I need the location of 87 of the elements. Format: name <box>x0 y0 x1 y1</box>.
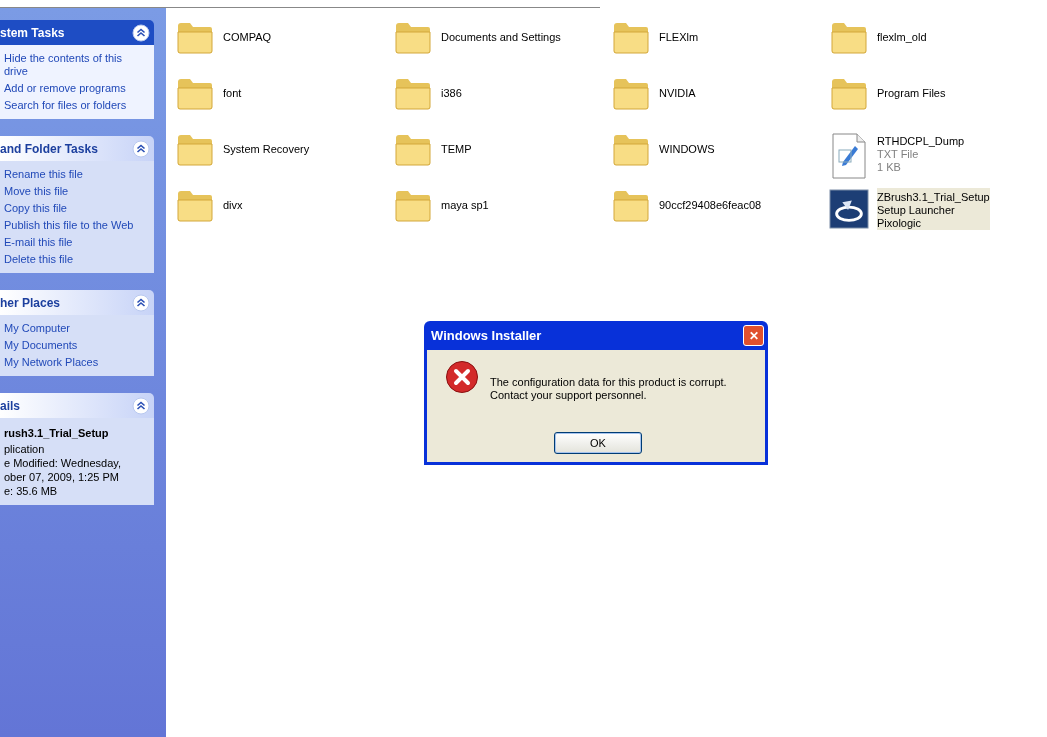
panel-title: her Places <box>0 294 61 312</box>
file-item[interactable]: Documents and Settings <box>393 20 611 76</box>
folder-icon <box>176 20 214 54</box>
file-name: FLEXlm <box>659 31 699 44</box>
file-name: font <box>223 87 242 100</box>
file-name: Program Files <box>877 87 946 100</box>
file-item[interactable]: divx <box>175 188 393 244</box>
folder-icon <box>612 132 650 166</box>
file-name: i386 <box>441 87 462 100</box>
file-detail: TXT File <box>877 148 920 161</box>
collapse-icon[interactable] <box>132 139 150 158</box>
file-item[interactable]: font <box>175 76 393 132</box>
file-detail: Setup Launcher <box>877 204 956 217</box>
file-item[interactable]: FLEXlm <box>611 20 829 76</box>
folder-icon <box>176 188 214 222</box>
file-detail: 1 KB <box>877 161 902 174</box>
collapse-icon[interactable] <box>132 293 150 312</box>
file-item[interactable]: flexlm_old <box>829 20 1047 76</box>
file-name: TEMP <box>441 143 472 156</box>
panel-header[interactable]: ails <box>0 393 154 418</box>
file-detail: Pixologic <box>877 217 923 230</box>
error-icon <box>445 360 479 394</box>
file-item[interactable]: i386 <box>393 76 611 132</box>
task-link[interactable]: Hide the contents of this drive <box>4 52 144 78</box>
detail-text: plication <box>4 442 46 456</box>
panel-header[interactable]: her Places <box>0 290 154 315</box>
panel-title: and Folder Tasks <box>0 140 98 158</box>
task-link[interactable]: Rename this file <box>4 168 144 181</box>
folder-icon <box>830 76 868 110</box>
detail-text: e: 35.6 MB <box>4 484 59 498</box>
file-item[interactable]: RTHDCPL_Dump TXT File 1 KB <box>829 132 1047 188</box>
folder-icon <box>394 132 432 166</box>
dialog-title: Windows Installer <box>431 326 542 345</box>
file-name: divx <box>223 199 243 212</box>
folder-icon <box>394 188 432 222</box>
collapse-icon[interactable] <box>132 396 150 415</box>
file-item[interactable]: WINDOWS <box>611 132 829 188</box>
file-item[interactable]: Program Files <box>829 76 1047 132</box>
error-message: Contact your support personnel. <box>490 389 648 402</box>
file-item[interactable]: 90ccf29408e6feac08 <box>611 188 829 244</box>
detail-text: e Modified: Wednesday, <box>4 456 122 470</box>
folder-icon <box>176 76 214 110</box>
folder-icon <box>612 76 650 110</box>
file-name: flexlm_old <box>877 31 927 44</box>
folder-icon <box>394 20 432 54</box>
task-link[interactable]: My Documents <box>4 339 144 352</box>
folder-icon <box>612 188 650 222</box>
file-name: 90ccf29408e6feac08 <box>659 199 762 212</box>
file-name: RTHDCPL_Dump <box>877 135 965 148</box>
folder-icon <box>394 76 432 110</box>
text-file-icon <box>829 132 869 180</box>
folder-icon <box>176 132 214 166</box>
ok-button[interactable]: OK <box>554 432 642 454</box>
task-link[interactable]: Search for files or folders <box>4 99 144 112</box>
task-link[interactable]: Move this file <box>4 185 144 198</box>
file-item[interactable]: COMPAQ <box>175 20 393 76</box>
file-name: COMPAQ <box>223 31 272 44</box>
detail-text: ober 07, 2009, 1:25 PM <box>4 470 120 484</box>
task-link[interactable]: My Network Places <box>4 356 144 369</box>
file-item[interactable]: ZBrush3.1_Trial_Setup Setup Launcher Pixologic <box>829 188 1047 244</box>
file-name: ZBrush3.1_Trial_Setup <box>877 191 990 204</box>
panel-title: stem Tasks <box>0 24 65 42</box>
panel-title: ails <box>0 397 20 415</box>
panel-header[interactable]: stem Tasks <box>0 20 154 45</box>
file-name: maya sp1 <box>441 199 489 212</box>
application-icon <box>829 188 869 230</box>
file-name: System Recovery <box>223 143 310 156</box>
task-link[interactable]: Delete this file <box>4 253 144 266</box>
error-message: The configuration data for this product is corrupt. <box>490 376 727 389</box>
close-button[interactable]: ✕ <box>743 325 764 346</box>
file-name: Documents and Settings <box>441 31 561 44</box>
folder-icon <box>830 20 868 54</box>
task-link[interactable]: E-mail this file <box>4 236 144 249</box>
file-item[interactable]: maya sp1 <box>393 188 611 244</box>
folder-icon <box>612 20 650 54</box>
file-item[interactable]: TEMP <box>393 132 611 188</box>
file-item[interactable]: NVIDIA <box>611 76 829 132</box>
file-name: WINDOWS <box>659 143 715 156</box>
task-link[interactable]: Copy this file <box>4 202 144 215</box>
panel-header[interactable]: and Folder Tasks <box>0 136 154 161</box>
collapse-icon[interactable] <box>132 23 150 42</box>
file-name: rush3.1_Trial_Setup <box>4 426 110 441</box>
task-link[interactable]: My Computer <box>4 322 144 335</box>
task-link[interactable]: Publish this file to the Web <box>4 219 144 232</box>
file-name: NVIDIA <box>659 87 696 100</box>
task-link[interactable]: Add or remove programs <box>4 82 144 95</box>
file-item[interactable]: System Recovery <box>175 132 393 188</box>
